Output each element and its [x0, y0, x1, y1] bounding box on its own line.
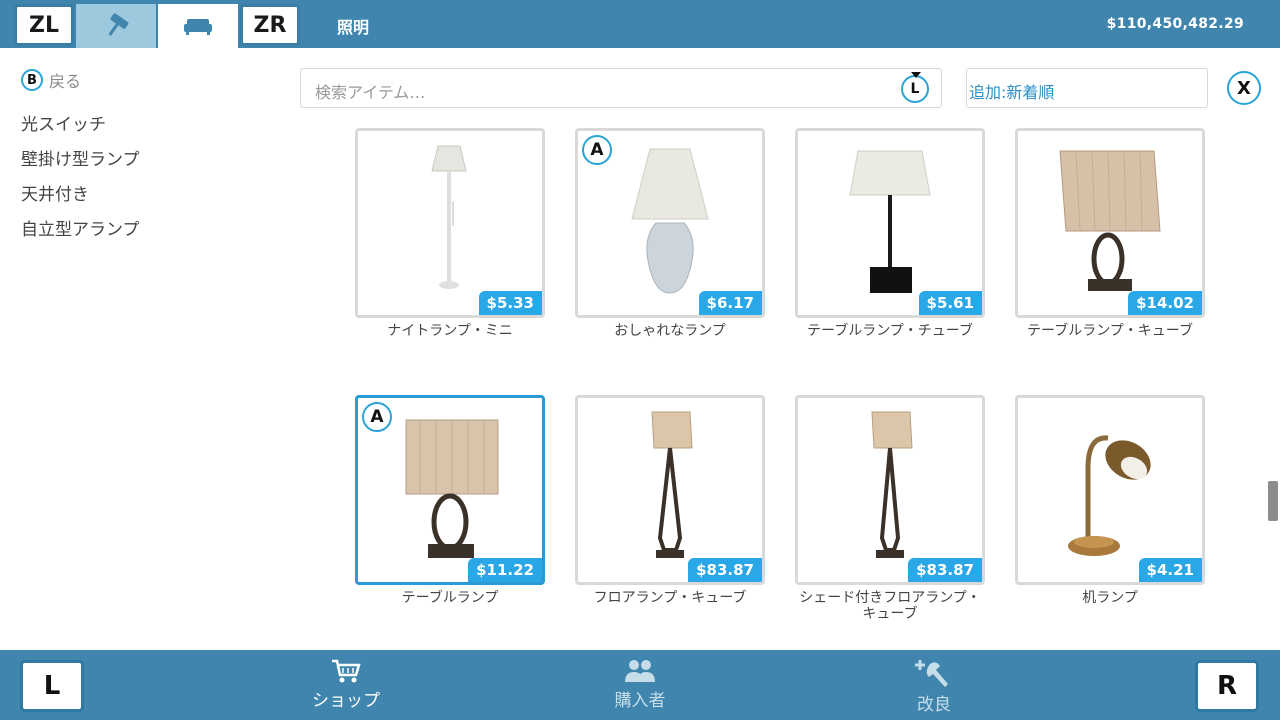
item-card[interactable]: $5.61 — [795, 128, 985, 318]
item-name: ナイトランプ・ミニ — [387, 323, 513, 339]
a-button-badge: A — [582, 135, 612, 165]
desk-lamp-icon — [1068, 435, 1151, 556]
bottom-bar: L ショップ 購入者 改良 R — [0, 650, 1280, 720]
shop-item[interactable]: $83.87 フロアランプ・キューブ — [575, 395, 765, 606]
subcategory-item[interactable]: 光スイッチ — [21, 114, 140, 149]
price-tag: $6.17 — [698, 291, 762, 315]
a-button-badge: A — [362, 402, 392, 432]
b-button-icon: B — [21, 69, 43, 91]
wrench-plus-icon — [915, 660, 948, 687]
search-input[interactable]: 検索アイテム… L — [300, 68, 942, 108]
paint-roller-icon — [108, 13, 129, 36]
item-name: フロアランプ・キューブ — [593, 590, 747, 606]
shop-item[interactable]: A $6.17 おしゃれなランプ — [575, 128, 765, 339]
shop-item[interactable]: $4.21 机ランプ — [1015, 395, 1205, 606]
subcategory-item[interactable]: 自立型アランプ — [21, 219, 140, 254]
tab-paint[interactable] — [76, 4, 156, 48]
shop-item[interactable]: A $11.22 テーブルランプ — [355, 395, 545, 606]
item-card-selected[interactable]: A $11.22 — [355, 395, 545, 585]
back-button[interactable]: B 戻る — [21, 68, 81, 92]
shop-item[interactable]: $5.33 ナイトランプ・ミニ — [355, 128, 545, 339]
item-card[interactable]: $83.87 — [575, 395, 765, 585]
item-name: おしゃれなランプ — [614, 323, 726, 339]
search-placeholder: 検索アイテム… — [315, 83, 426, 102]
sofa-icon — [184, 19, 212, 35]
price-tag: $11.22 — [468, 558, 542, 582]
zr-button[interactable]: ZR — [240, 4, 300, 46]
tab-furniture[interactable] — [158, 4, 238, 48]
people-icon — [625, 660, 655, 682]
price-tag: $5.61 — [918, 291, 982, 315]
item-name: テーブルランプ・チューブ — [807, 323, 973, 339]
nav-shop-label: ショップ — [312, 691, 380, 711]
category-title: 照明 — [337, 18, 370, 37]
shop-item[interactable]: $14.02 テーブルランプ・キューブ — [1015, 128, 1205, 339]
price-tag: $83.87 — [908, 558, 982, 582]
shop-item[interactable]: $83.87 シェード付きフロアランプ・キューブ — [795, 395, 985, 622]
l-button-label: L — [910, 81, 920, 97]
item-name: シェード付きフロアランプ・キューブ — [799, 590, 981, 622]
sort-select[interactable]: 追加:新着順 — [966, 68, 1208, 108]
close-button[interactable]: X — [1227, 71, 1261, 105]
item-card[interactable]: $14.02 — [1015, 128, 1205, 318]
item-card[interactable]: $83.87 — [795, 395, 985, 585]
shaded-floor-lamp-cube-icon — [871, 411, 913, 558]
item-name: テーブルランプ — [401, 590, 499, 606]
nav-upgrade-label: 改良 — [917, 695, 951, 715]
sort-label: 追加:新着順 — [969, 83, 1055, 102]
r-button[interactable]: R — [1195, 660, 1259, 712]
price-tag: $83.87 — [688, 558, 762, 582]
price-tag: $5.33 — [478, 291, 542, 315]
back-label: 戻る — [49, 72, 82, 91]
cart-icon — [332, 659, 361, 683]
nav-buyers[interactable]: 購入者 — [580, 658, 700, 718]
nav-upgrade[interactable]: 改良 — [874, 658, 994, 718]
price-tag: $4.21 — [1138, 558, 1202, 582]
floor-lamp-mini-icon — [431, 145, 467, 289]
table-lamp-tube-icon — [849, 150, 931, 293]
nav-buyers-label: 購入者 — [614, 691, 666, 711]
zl-button[interactable]: ZL — [14, 4, 74, 46]
nav-shop[interactable]: ショップ — [286, 658, 406, 718]
shop-item[interactable]: $5.61 テーブルランプ・チューブ — [795, 128, 985, 339]
item-card[interactable]: $4.21 — [1015, 395, 1205, 585]
item-card[interactable]: A $6.17 — [575, 128, 765, 318]
caret-icon — [911, 72, 921, 78]
scrollbar[interactable] — [1268, 481, 1278, 521]
price-tag: $14.02 — [1128, 291, 1202, 315]
subcategory-item[interactable]: 天井付き — [21, 184, 140, 219]
table-lamp-cube-icon — [1059, 150, 1161, 291]
subcategory-item[interactable]: 壁掛け型ランプ — [21, 149, 140, 184]
floor-lamp-cube-icon — [651, 411, 693, 558]
subcategory-list: 光スイッチ 壁掛け型ランプ 天井付き 自立型アランプ — [21, 114, 140, 254]
item-name: 机ランプ — [1082, 590, 1138, 606]
l-button[interactable]: L — [20, 660, 84, 712]
top-bar: ZL ZR 照明 $110,450,482.29 — [0, 0, 1280, 48]
l-search-button[interactable]: L — [901, 72, 929, 103]
item-name: テーブルランプ・キューブ — [1027, 323, 1193, 339]
item-card[interactable]: $5.33 — [355, 128, 545, 318]
money-balance: $110,450,482.29 — [1106, 16, 1244, 32]
